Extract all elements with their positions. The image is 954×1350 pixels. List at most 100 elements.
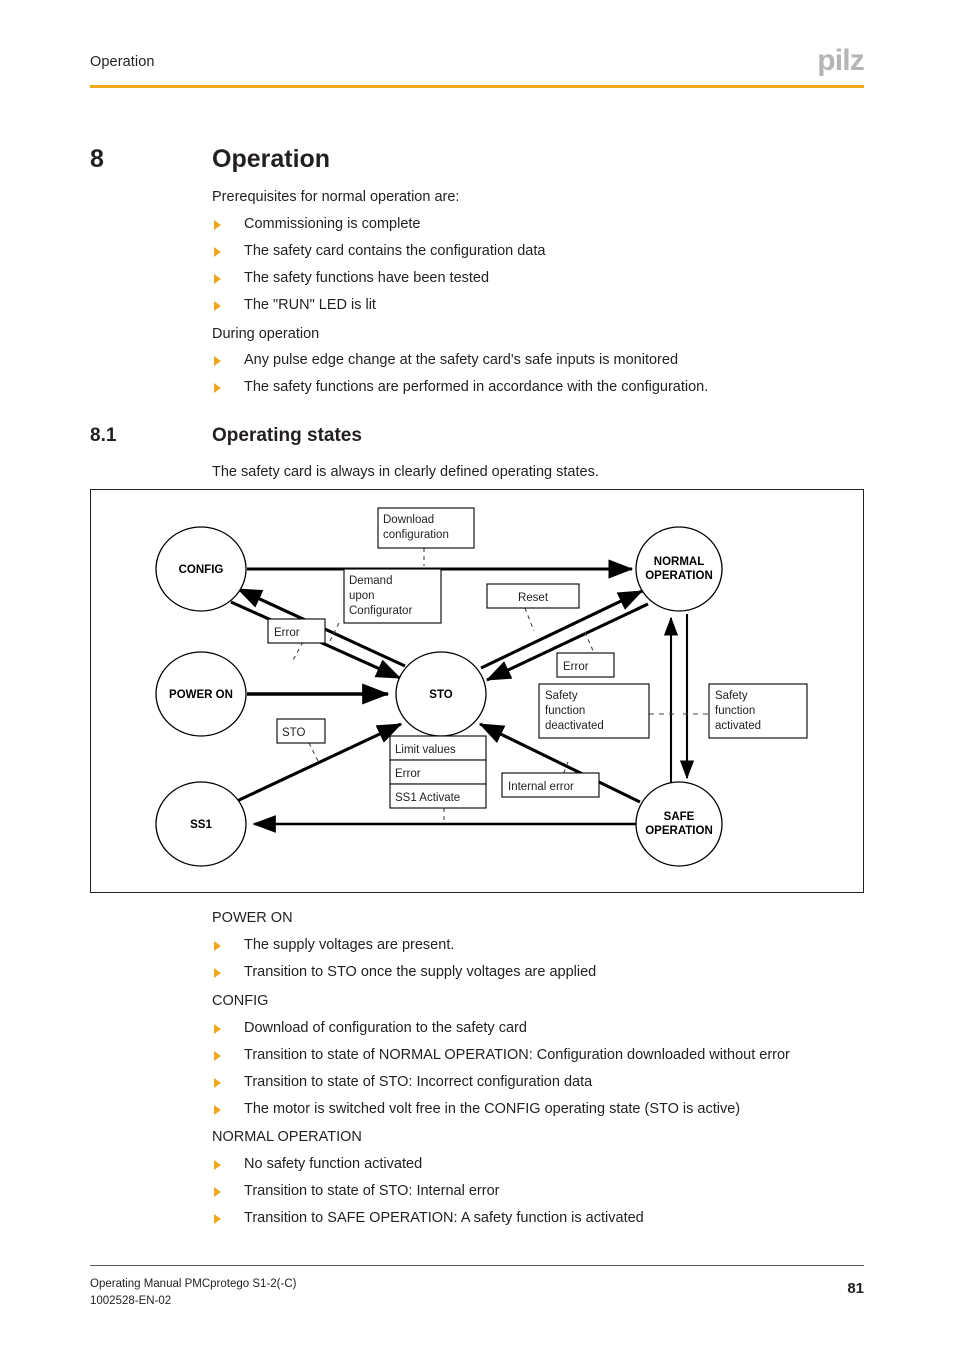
list-item: The safety functions have been tested [212, 265, 912, 292]
state-node-safe-operation-label-2: OPERATION [645, 825, 713, 837]
svg-text:Limit values: Limit values [395, 744, 456, 756]
edge-label-internal-error: Internal error [501, 772, 600, 798]
list-item: The "RUN" LED is lit [212, 292, 912, 319]
bullet-triangle-icon [214, 301, 221, 311]
state-node-power-on: POWER ON [155, 651, 247, 737]
list-item-label: The safety functions are performed in ac… [244, 379, 709, 395]
during-operation-list: Any pulse edge change at the safety card… [212, 347, 912, 401]
edge-label-stack-sto-conditions: Limit values Error SS1 Activate [389, 735, 487, 809]
bullet-triangle-icon [214, 274, 221, 284]
list-item-label: The safety card contains the configurati… [244, 243, 546, 259]
list-item-label: Transition to STO once the supply voltag… [244, 964, 597, 980]
state-node-config: CONFIG [155, 526, 247, 612]
list-item: Commissioning is complete [212, 211, 912, 238]
list-item-label: Transition to state of STO: Incorrect co… [244, 1074, 593, 1090]
list-item-label: Commissioning is complete [244, 216, 421, 232]
bullet-triangle-icon [214, 1187, 221, 1197]
state-node-ss1-label: SS1 [190, 819, 212, 831]
list-item: Transition to state of NORMAL OPERATION:… [212, 1042, 912, 1069]
leader-sto-trigger [308, 742, 319, 762]
section-intro: Prerequisites for normal operation are: [212, 189, 460, 205]
list-item: Transition to state of STO: Internal err… [212, 1178, 912, 1205]
footer-divider [90, 1265, 864, 1266]
bullet-triangle-icon [214, 356, 221, 366]
leader-error-normal [584, 631, 595, 654]
list-item: The safety card contains the configurati… [212, 238, 912, 265]
document-page: Operation pilz 8 Operation Prerequisites… [0, 0, 954, 1350]
state-node-safe-operation-label-1: SAFE [664, 811, 695, 823]
leader-error-config [291, 641, 304, 663]
description-normal-operation: NORMAL OPERATION No safety function acti… [212, 1124, 912, 1232]
list-item: The motor is switched volt free in the C… [212, 1096, 912, 1123]
state-node-normal-operation-label-2: OPERATION [645, 570, 713, 582]
state-node-power-on-label: POWER ON [169, 689, 233, 701]
bullet-triangle-icon [214, 383, 221, 393]
state-node-config-label: CONFIG [179, 564, 224, 576]
svg-text:Error: Error [274, 627, 300, 639]
bullet-triangle-icon [214, 968, 221, 978]
footer-document-info: Operating Manual PMCprotego S1-2(-C) 100… [90, 1276, 296, 1311]
page-number: 81 [847, 1280, 864, 1297]
operating-states-diagram: CONFIG POWER ON SS1 STO NORMAL OPERATION [90, 489, 864, 893]
list-item-label: The motor is switched volt free in the C… [244, 1101, 741, 1117]
list-item: The safety functions are performed in ac… [212, 374, 912, 401]
edge-label-reset: Reset [486, 583, 580, 609]
section-title: Operation [212, 145, 331, 173]
footer-document-number: 1002528-EN-02 [90, 1295, 172, 1308]
svg-text:Reset: Reset [518, 592, 549, 604]
description-state-label: CONFIG [212, 993, 269, 1009]
bullet-triangle-icon [214, 1214, 221, 1224]
state-node-safe-operation: SAFE OPERATION [635, 781, 723, 867]
leader-reset [524, 607, 535, 632]
state-node-normal-operation-label-1: NORMAL [654, 556, 704, 568]
bullet-triangle-icon [214, 1078, 221, 1088]
prerequisites-list: Commissioning is complete The safety car… [212, 211, 912, 319]
svg-text:SS1 Activate: SS1 Activate [395, 792, 460, 804]
svg-text:STO: STO [282, 727, 305, 739]
svg-text:activated: activated [715, 720, 761, 732]
subsection-title: Operating states [212, 425, 362, 446]
list-item: Transition to STO once the supply voltag… [212, 959, 912, 986]
svg-text:Safety: Safety [545, 690, 578, 702]
list-item-label: The supply voltages are present. [244, 937, 455, 953]
bullet-triangle-icon [214, 220, 221, 230]
svg-text:deactivated: deactivated [545, 720, 604, 732]
svg-text:upon: upon [349, 590, 375, 602]
list-item-label: Transition to state of STO: Internal err… [244, 1183, 500, 1199]
bullet-triangle-icon [214, 1105, 221, 1115]
page-header: Operation pilz [90, 46, 865, 90]
state-node-sto: STO [395, 651, 487, 737]
description-config: CONFIG Download of configuration to the … [212, 988, 912, 1123]
list-item-label: Any pulse edge change at the safety card… [244, 352, 679, 368]
svg-text:function: function [715, 705, 755, 717]
edge-label-safety-function-deactivated: Safety function deactivated [538, 683, 650, 739]
subsection-intro: The safety card is always in clearly def… [212, 464, 599, 480]
list-item: No safety function activated [212, 1151, 912, 1178]
description-state-label: NORMAL OPERATION [212, 1129, 362, 1145]
svg-text:Error: Error [395, 768, 421, 780]
list-item: Any pulse edge change at the safety card… [212, 347, 912, 374]
svg-text:function: function [545, 705, 585, 717]
svg-text:Configurator: Configurator [349, 605, 412, 617]
bullet-triangle-icon [214, 941, 221, 951]
description-state-label: POWER ON [212, 910, 293, 926]
list-item-label: No safety function activated [244, 1156, 423, 1172]
bullet-triangle-icon [214, 1024, 221, 1034]
svg-text:Error: Error [563, 661, 589, 673]
edge-label-sto-trigger: STO [276, 718, 326, 744]
bullet-triangle-icon [214, 247, 221, 257]
list-item-label: The safety functions have been tested [244, 270, 490, 286]
footer-manual-title: Operating Manual PMCprotego S1-2(-C) [90, 1278, 297, 1290]
edge-label-error-normal: Error [556, 652, 615, 678]
list-item-label: The "RUN" LED is lit [244, 297, 376, 313]
during-operation-label: During operation [212, 326, 320, 342]
svg-text:Download: Download [383, 514, 434, 526]
list-item: Transition to state of STO: Incorrect co… [212, 1069, 912, 1096]
edge-label-safety-function-activated: Safety function activated [708, 683, 808, 739]
list-item: The supply voltages are present. [212, 932, 912, 959]
edge-label-demand-upon-configurator: Demand upon Configurator [343, 568, 442, 624]
description-power-on: POWER ON The supply voltages are present… [212, 905, 912, 986]
edge-label-download-configuration: Download configuration [377, 507, 475, 549]
pilz-logo: pilz [817, 44, 865, 77]
svg-text:Safety: Safety [715, 690, 748, 702]
